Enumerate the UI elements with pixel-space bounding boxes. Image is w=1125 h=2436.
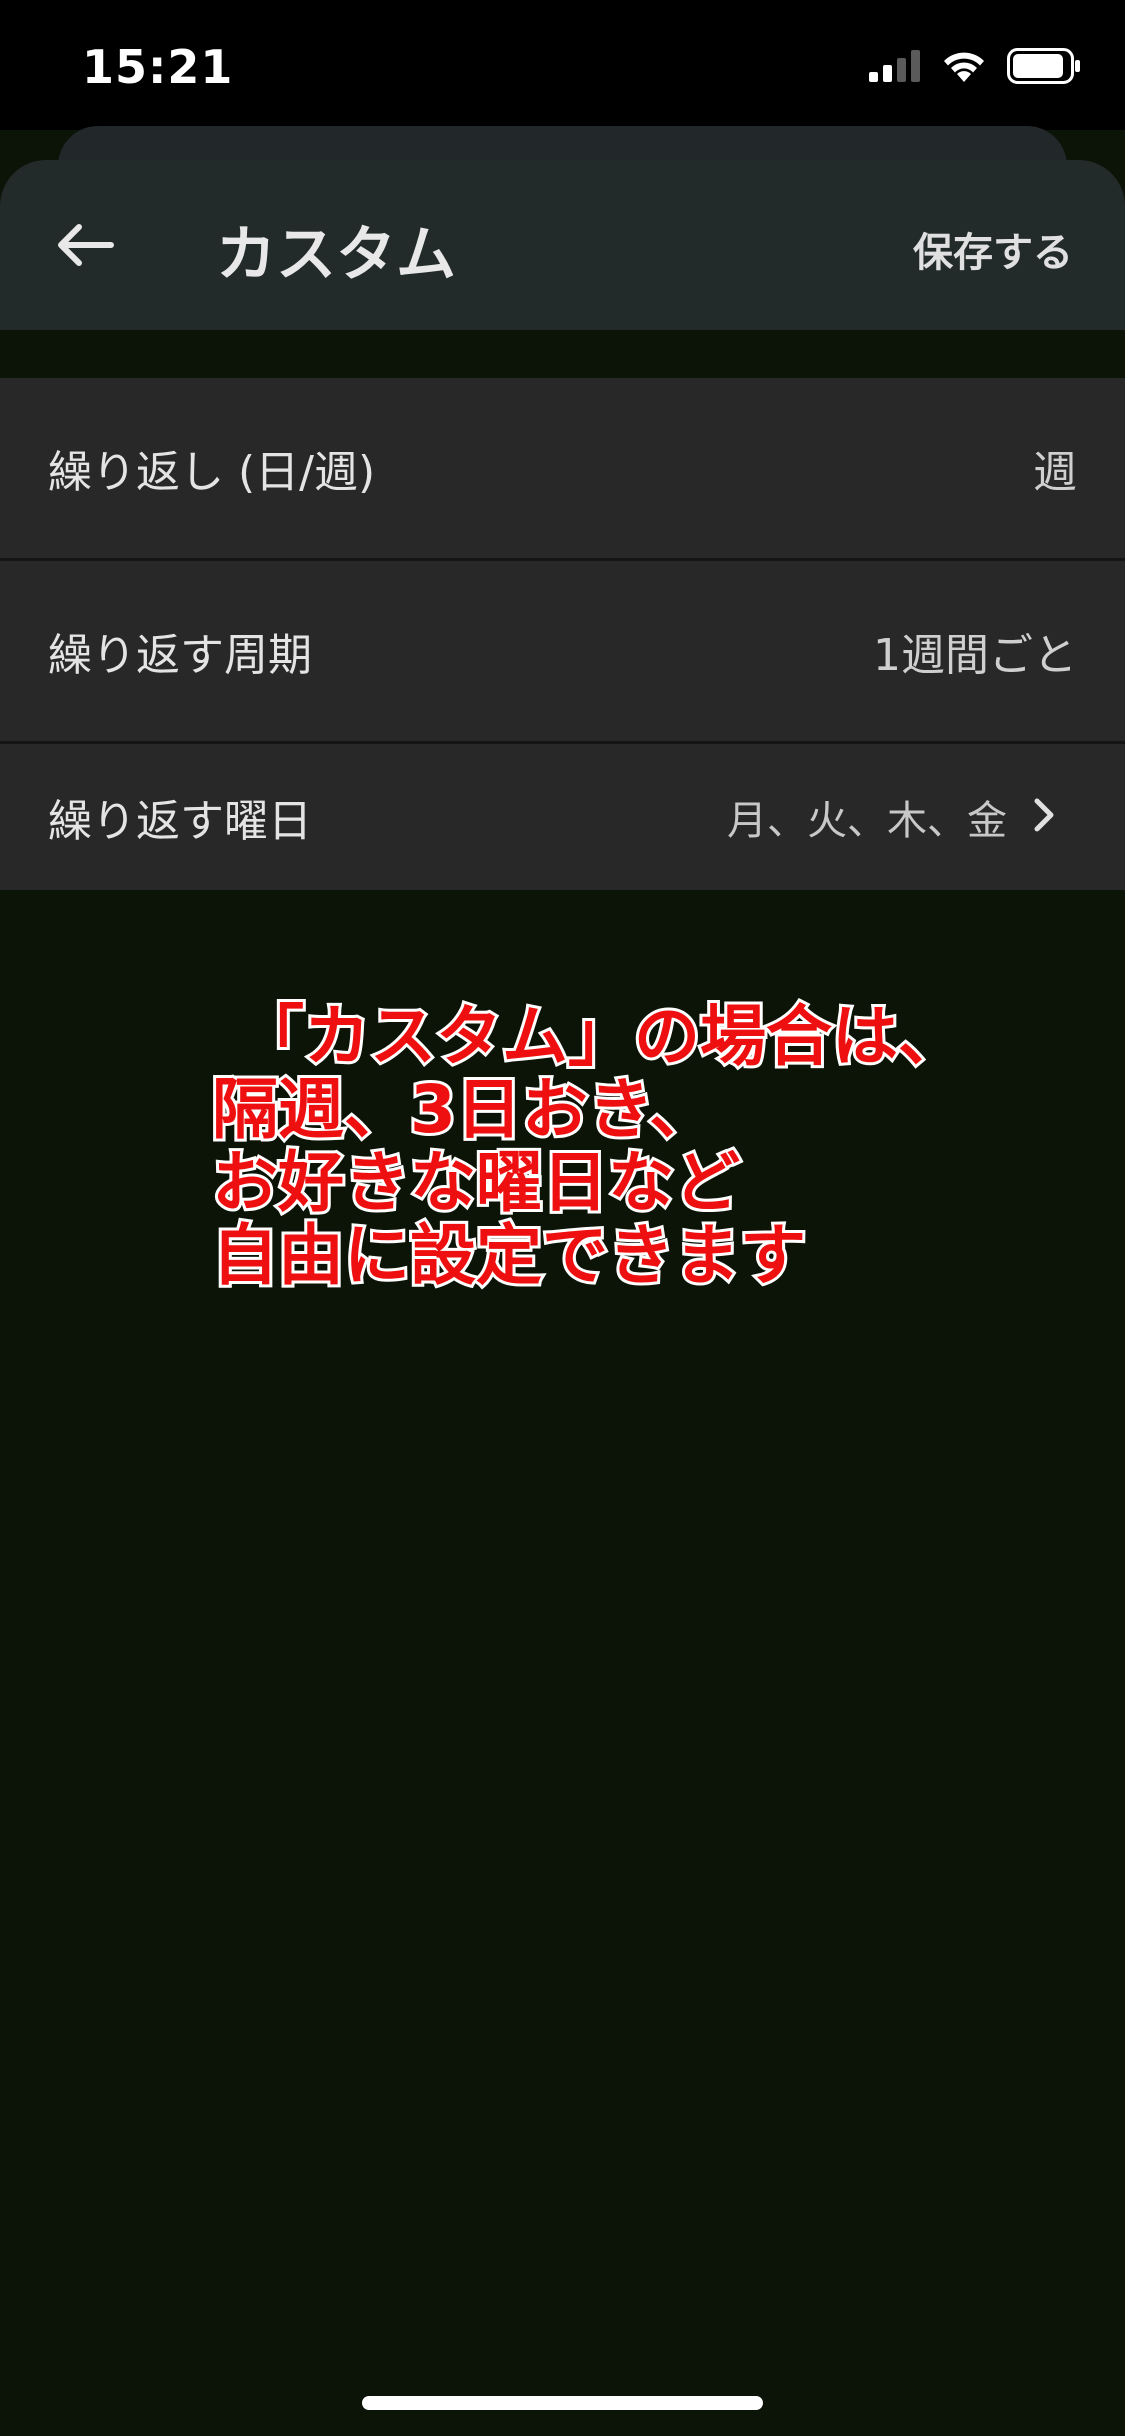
cellular-signal-icon: [869, 50, 921, 86]
repeat-unit-value: 週: [1033, 447, 1077, 498]
repeat-settings-list: 繰り返し (日/週) 週 繰り返す周期 1週間ごと 繰り返す曜日 月、火、木、金: [0, 378, 1125, 890]
repeat-weekdays-value-group: 月、火、木、金: [727, 788, 1055, 846]
status-bar: 15:21: [0, 0, 1125, 130]
chevron-right-icon: [1033, 797, 1055, 837]
repeat-interval-label: 繰り返す周期: [48, 630, 312, 681]
annotation-line: 隔週、3日おき、: [209, 1070, 718, 1149]
sheet-header: カスタム 保存する: [0, 160, 1125, 330]
annotation-line: 自由に設定できます: [209, 1216, 809, 1295]
repeat-weekdays-label: 繰り返す曜日: [48, 796, 312, 847]
page-title: カスタム: [216, 220, 456, 290]
annotation-line: お好きな曜日など: [209, 1143, 743, 1222]
battery-icon: [1007, 48, 1081, 88]
status-icons: [869, 46, 1081, 90]
annotation-line: 「カスタム」の場合は、: [235, 997, 967, 1076]
repeat-unit-row[interactable]: 繰り返し (日/週) 週: [0, 378, 1125, 561]
custom-repeat-sheet: カスタム 保存する 繰り返し (日/週) 週 繰り返す周期 1週間ごと 繰り返す…: [0, 160, 1125, 2436]
home-indicator[interactable]: [362, 2396, 763, 2410]
repeat-interval-value: 1週間ごと: [873, 630, 1077, 681]
repeat-unit-label: 繰り返し (日/週): [48, 447, 376, 498]
repeat-interval-row[interactable]: 繰り返す周期 1週間ごと: [0, 561, 1125, 744]
annotation-text: 「カスタム」の場合は、 隔週、3日おき、 お好きな曜日など 自由に設定できます: [209, 997, 1072, 1295]
repeat-weekdays-value: 月、火、木、金: [727, 798, 1007, 844]
arrow-left-icon: [55, 223, 115, 271]
status-time: 15:21: [82, 40, 234, 94]
repeat-weekdays-row[interactable]: 繰り返す曜日 月、火、木、金: [0, 744, 1125, 890]
save-button[interactable]: 保存する: [913, 220, 1073, 278]
wifi-icon: [941, 49, 987, 87]
back-button[interactable]: [50, 212, 120, 282]
